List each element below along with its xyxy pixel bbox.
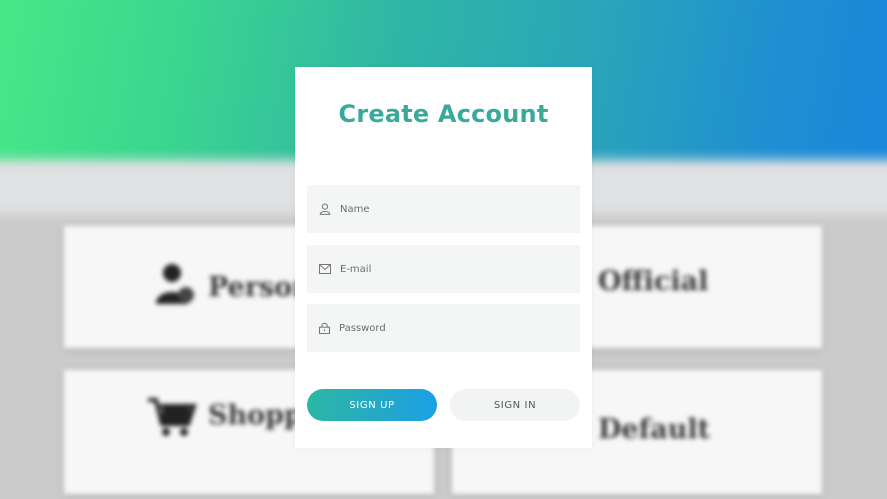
person-icon	[156, 264, 194, 304]
password-field[interactable]	[307, 304, 580, 352]
sign-in-button[interactable]: SIGN IN	[450, 389, 580, 421]
envelope-icon	[319, 264, 331, 274]
name-field[interactable]	[307, 185, 580, 233]
email-field[interactable]	[307, 245, 580, 293]
user-icon	[319, 203, 331, 215]
cart-icon	[148, 398, 197, 436]
dialog-title: Create Account	[338, 100, 549, 128]
background-label-default: Default	[598, 414, 711, 445]
create-account-dialog: Create Account SIGN UP SIGN IN	[295, 67, 592, 448]
name-input[interactable]	[338, 202, 562, 216]
lock-icon	[319, 322, 330, 334]
password-input[interactable]	[337, 321, 561, 335]
email-input[interactable]	[338, 262, 562, 276]
sign-up-button[interactable]: SIGN UP	[307, 389, 437, 421]
background-label-official: Official	[598, 266, 709, 297]
